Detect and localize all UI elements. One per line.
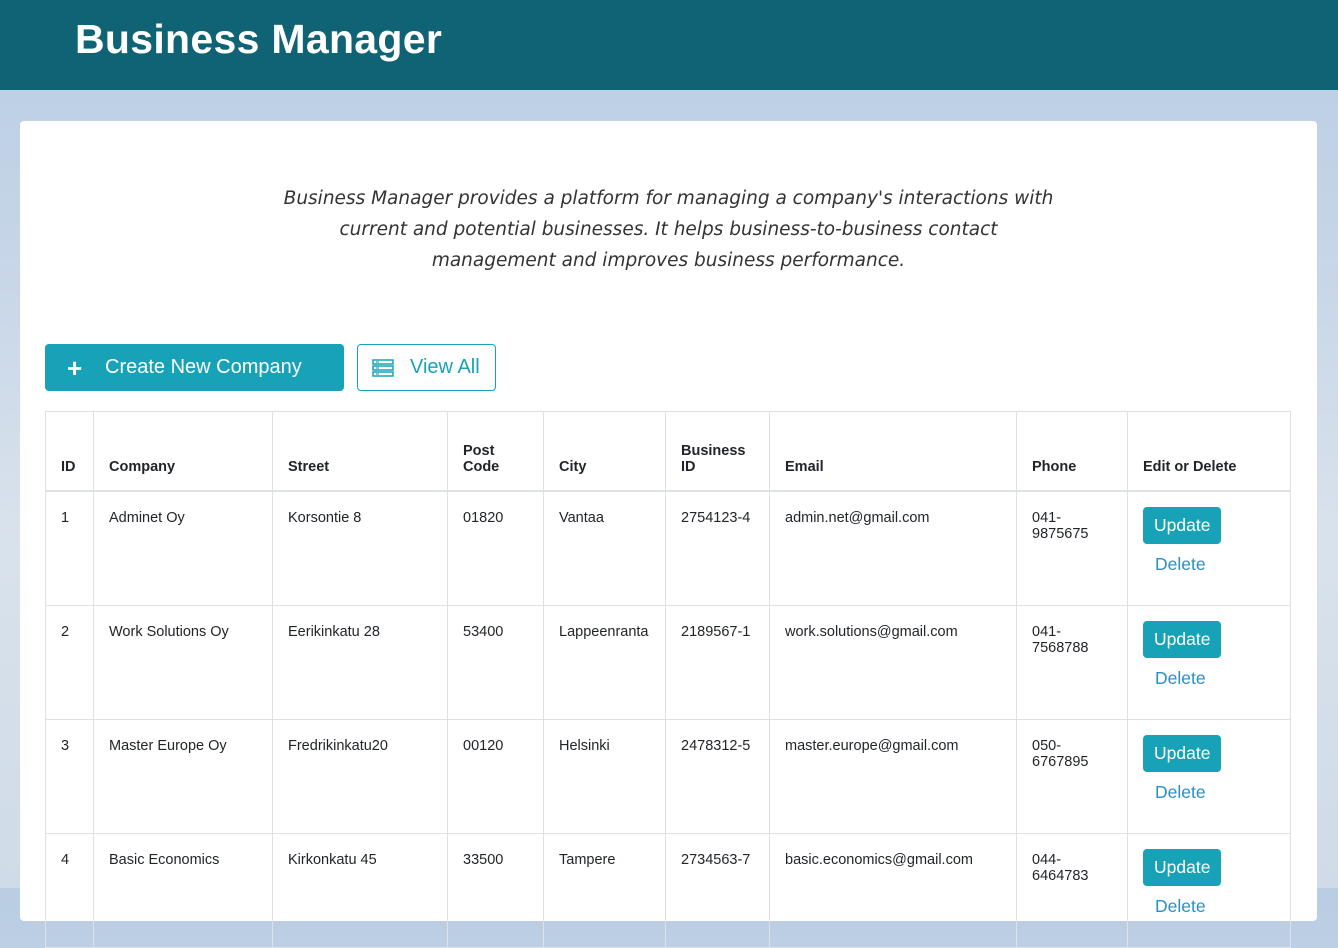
cell-city: Lappeenranta [543,605,666,720]
cell-post-code: 53400 [447,605,544,720]
table-row: 1 Adminet Oy Korsontie 8 01820 Vantaa 2754123… [45,490,1291,606]
cell-actions: Update Delete [1127,490,1291,606]
cell-company: Basic Economics [93,833,273,948]
update-button[interactable]: Update [1143,849,1222,886]
code-label: Code [463,459,500,475]
cell-company: Work Solutions Oy [93,605,273,720]
cell-company: Master Europe Oy [93,719,273,834]
cell-post-code: 01820 [447,490,544,606]
col-header-city: City [543,411,666,492]
delete-link[interactable]: Delete [1155,668,1275,689]
cell-street: Eerikinkatu 28 [272,605,448,720]
view-all-button[interactable]: View All [357,344,496,391]
cell-email: work.solutions@gmail.com [769,605,1017,720]
main-card: Business Manager provides a platform for… [20,121,1317,948]
cell-city: Tampere [543,833,666,948]
phone-prefix: 041- [1032,624,1062,640]
cell-business-id: 2734563-7 [665,833,770,948]
view-all-label: View All [410,356,480,378]
create-company-button[interactable]: + Create New Company [45,344,344,391]
cell-business-id: 2754123-4 [665,490,770,606]
cell-street: Korsontie 8 [272,490,448,606]
phone-prefix: 041- [1032,510,1062,526]
companies-table: ID Company Street Post Code City Business… [45,411,1291,948]
top-navbar: Business Manager [0,0,1338,90]
cell-phone: 044- 6464783 [1016,833,1128,948]
cell-id: 2 [45,605,94,720]
cell-phone: 041- 7568788 [1016,605,1128,720]
table-header-row: ID Company Street Post Code City Business… [45,411,1291,492]
cell-actions: Update Delete [1127,605,1291,720]
cell-company: Adminet Oy [93,490,273,606]
business-label: Business [681,443,746,459]
cell-id: 4 [45,833,94,948]
server-list-icon [372,358,394,377]
delete-link[interactable]: Delete [1155,782,1275,803]
delete-link[interactable]: Delete [1155,554,1275,575]
phone-prefix: 050- [1032,738,1062,754]
table-row: 3 Master Europe Oy Fredrikinkatu20 00120 Hel… [45,719,1291,834]
col-header-street: Street [272,411,448,492]
cell-city: Helsinki [543,719,666,834]
col-header-company: Company [93,411,273,492]
cell-phone: 041- 9875675 [1016,490,1128,606]
phone-number: 7568788 [1032,640,1089,656]
cell-post-code: 33500 [447,833,544,948]
cell-street: Kirkonkatu 45 [272,833,448,948]
plus-icon: + [67,352,83,383]
cell-email: basic.economics@gmail.com [769,833,1017,948]
col-header-email: Email [769,411,1017,492]
update-button[interactable]: Update [1143,507,1222,544]
update-button[interactable]: Update [1143,735,1222,772]
post-label: Post [463,443,495,459]
delete-link[interactable]: Delete [1155,896,1275,917]
cell-actions: Update Delete [1127,719,1291,834]
cell-phone: 050- 6767895 [1016,719,1128,834]
cell-id: 3 [45,719,94,834]
update-button[interactable]: Update [1143,621,1222,658]
cell-email: master.europe@gmail.com [769,719,1017,834]
create-company-label: Create New Company [105,356,302,378]
cell-post-code: 00120 [447,719,544,834]
cell-actions: Update Delete [1127,833,1291,948]
table-row: 2 Work Solutions Oy Eerikinkatu 28 53400 Lap… [45,605,1291,720]
brand-title[interactable]: Business Manager [75,16,442,63]
table-row: 4 Basic Economics Kirkonkatu 45 33500 Tamper… [45,833,1291,948]
id-label: ID [681,459,696,475]
cell-id: 1 [45,490,94,606]
cell-email: admin.net@gmail.com [769,490,1017,606]
phone-number: 6464783 [1032,868,1089,884]
cell-business-id: 2189567-1 [665,605,770,720]
col-header-post-code: Post Code [447,411,544,492]
col-header-business-id: Business ID [665,411,770,492]
cell-city: Vantaa [543,490,666,606]
col-header-id: ID [45,411,94,492]
phone-prefix: 044- [1032,852,1062,868]
phone-number: 6767895 [1032,754,1089,770]
intro-text: Business Manager provides a platform for… [283,188,1054,271]
cell-business-id: 2478312-5 [665,719,770,834]
col-header-phone: Phone [1016,411,1128,492]
cell-street: Fredrikinkatu20 [272,719,448,834]
col-header-edit-delete: Edit or Delete [1127,411,1291,492]
phone-number: 9875675 [1032,526,1089,542]
